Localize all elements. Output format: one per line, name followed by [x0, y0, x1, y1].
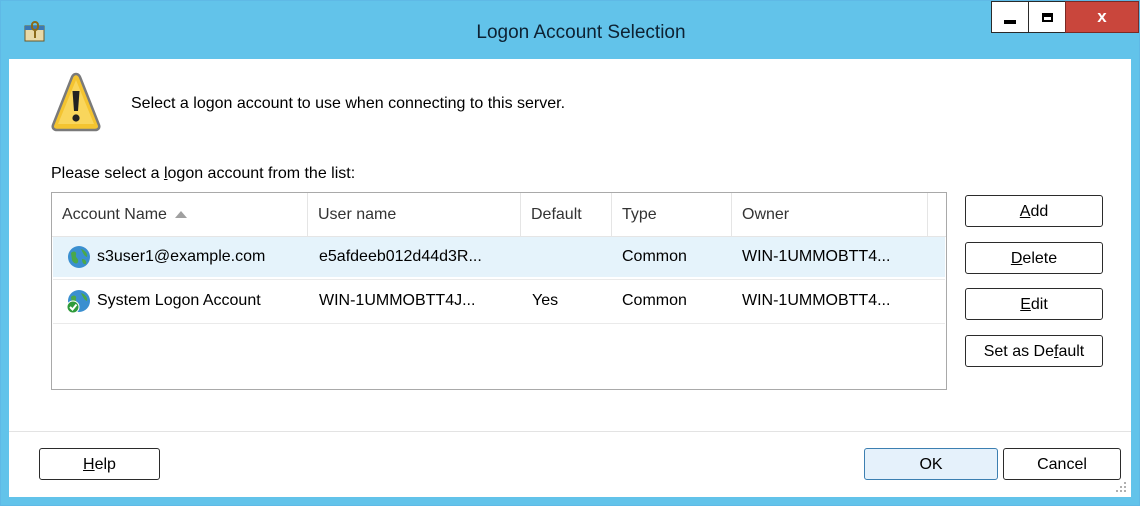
globe-user-icon: [68, 246, 90, 268]
type-cell: Common: [622, 292, 687, 309]
column-header-default[interactable]: Default: [521, 193, 612, 236]
cancel-button[interactable]: Cancel: [1003, 448, 1121, 480]
title-bar[interactable]: Logon Account Selection x: [1, 1, 1139, 59]
instruction-text: Select a logon account to use when conne…: [131, 95, 566, 112]
logon-account-selection-window: Logon Account Selection x Select a logon…: [0, 0, 1140, 506]
close-icon: x: [1097, 7, 1107, 26]
footer-divider: [9, 431, 1131, 432]
close-button[interactable]: x: [1065, 1, 1139, 33]
account-name-cell: System Logon Account: [97, 292, 261, 309]
warning-icon: [51, 72, 101, 132]
minimize-icon: [1004, 20, 1016, 24]
row-separator: [53, 279, 945, 280]
maximize-icon: [1041, 12, 1053, 22]
type-cell: Common: [622, 248, 687, 265]
dialog-client-area: Select a logon account to use when conne…: [9, 59, 1131, 497]
account-name-cell: s3user1@example.com: [97, 248, 266, 265]
window-title: Logon Account Selection: [476, 22, 686, 43]
set-as-default-button[interactable]: Set as Default: [965, 335, 1103, 367]
column-header-owner[interactable]: Owner: [732, 193, 928, 236]
resize-grip-icon[interactable]: [1115, 481, 1127, 493]
sort-ascending-icon: [174, 211, 187, 219]
add-button[interactable]: Add: [965, 195, 1103, 227]
minimize-button[interactable]: [991, 1, 1029, 33]
user-name-cell: WIN-1UMMOBTT4J...: [319, 292, 476, 309]
list-label: Please select a logon account from the l…: [51, 165, 356, 182]
account-list[interactable]: Account Name User name Default Type Owne…: [51, 192, 947, 390]
maximize-button[interactable]: [1028, 1, 1066, 33]
edit-button[interactable]: Edit: [965, 288, 1103, 320]
table-row[interactable]: s3user1@example.com e5afdeeb012d44d3R...…: [53, 237, 945, 277]
column-header-account-name[interactable]: Account Name: [52, 193, 308, 236]
table-row[interactable]: System Logon Account WIN-1UMMOBTT4J... Y…: [53, 281, 945, 321]
column-header-user-name[interactable]: User name: [308, 193, 521, 236]
row-separator: [53, 323, 945, 324]
owner-cell: WIN-1UMMOBTT4...: [742, 248, 891, 265]
globe-check-icon: [67, 290, 90, 313]
delete-button[interactable]: Delete: [965, 242, 1103, 274]
default-cell: Yes: [532, 292, 559, 309]
help-button[interactable]: Help: [39, 448, 160, 480]
user-name-cell: e5afdeeb012d44d3R...: [319, 248, 482, 265]
column-header-type[interactable]: Type: [612, 193, 732, 236]
ok-button[interactable]: OK: [864, 448, 998, 480]
list-header: Account Name User name Default Type Owne…: [52, 193, 946, 237]
owner-cell: WIN-1UMMOBTT4...: [742, 292, 891, 309]
default-cell: [532, 237, 612, 277]
